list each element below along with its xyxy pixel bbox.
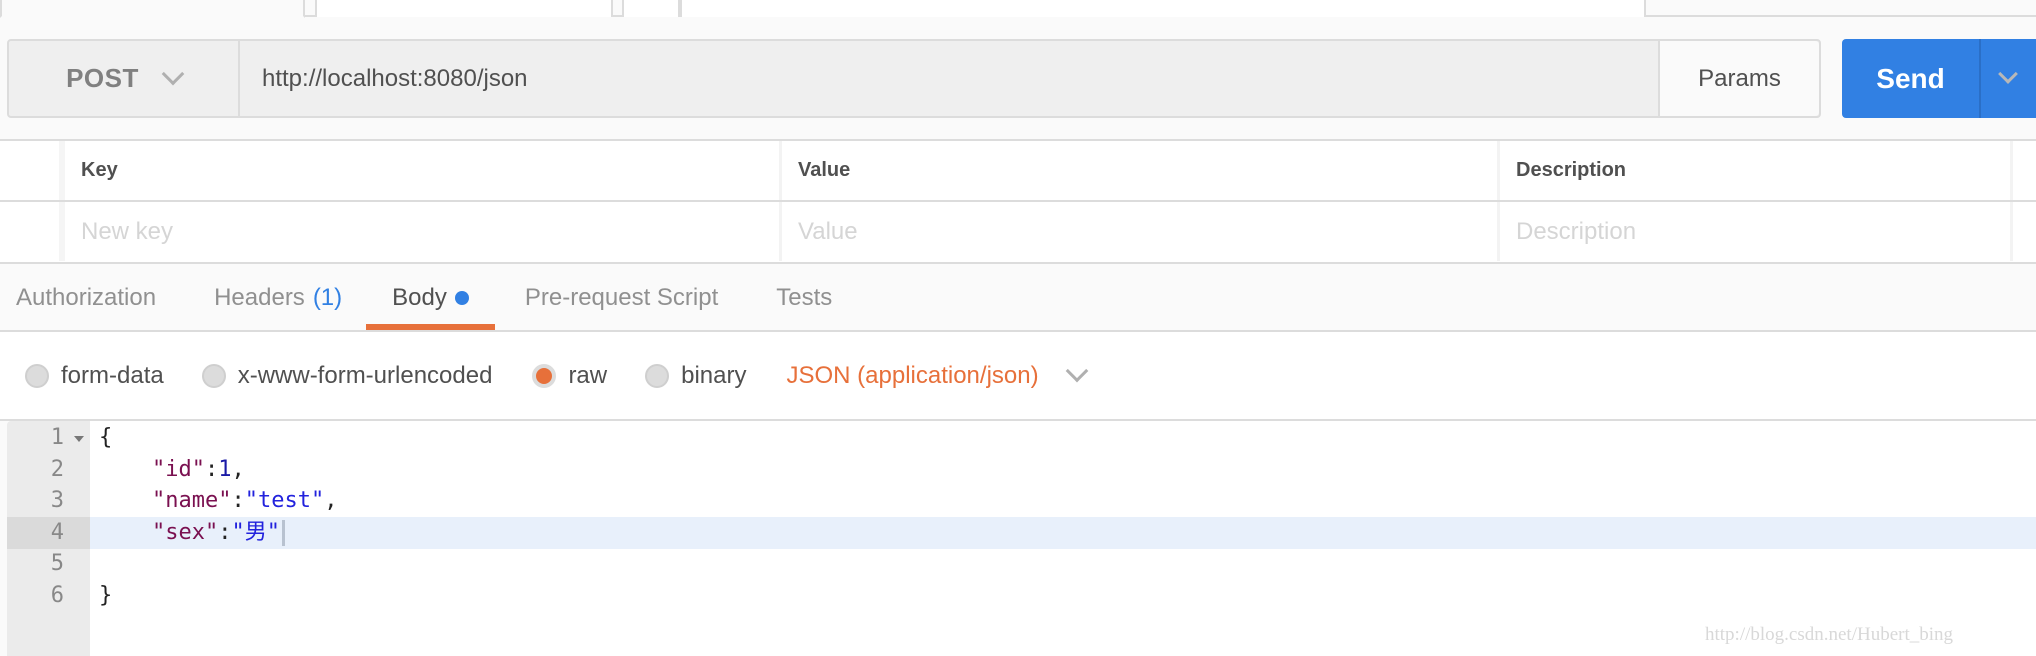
json-string: "test" [244, 488, 325, 513]
tab-body[interactable]: Body [366, 265, 495, 330]
content-type-label: JSON (application/json) [786, 361, 1039, 389]
code-text: "name":"test", [99, 485, 337, 517]
radio-label: raw [568, 361, 608, 389]
json-punctuation: { [99, 425, 113, 450]
json-punctuation: } [99, 582, 113, 608]
json-key: "name" [151, 488, 232, 513]
code-text: "id":1, [99, 454, 245, 486]
method-select[interactable]: POST [9, 41, 240, 116]
json-punctuation: : [218, 519, 232, 545]
body-code-editor[interactable]: 1{2 "id":1, 3 "name":"test", 4 "sex":"男" 5 6… [7, 421, 2036, 656]
tab-label: Tests [776, 283, 833, 311]
new-key-input[interactable] [81, 217, 779, 246]
radio-button-icon [201, 363, 226, 388]
send-options-button[interactable] [1981, 39, 2036, 118]
tab-label: Body [392, 283, 447, 311]
radio-form-data[interactable]: form-data [25, 362, 164, 390]
chevron-down-icon [1997, 63, 2018, 84]
tab-label: Authorization [16, 283, 157, 311]
json-punctuation: , [231, 456, 245, 482]
send-button[interactable]: Send [1842, 39, 1981, 118]
json-string: "男" [231, 519, 280, 545]
line-number: 5 [50, 551, 64, 576]
radio-raw[interactable]: raw [532, 362, 607, 390]
radio-label: binary [681, 361, 747, 389]
tab-authorization[interactable]: Authorization [0, 265, 172, 330]
editor-line[interactable]: 1{ [7, 422, 2036, 454]
request-tab[interactable] [315, 0, 613, 17]
line-number: 3 [50, 488, 64, 513]
request-section-tabs: Authorization Headers (1) Body Pre-reque… [0, 265, 2036, 330]
radio-label: x-www-form-urlencoded [237, 361, 493, 389]
tab-tests[interactable]: Tests [760, 265, 848, 330]
request-tab[interactable] [622, 0, 680, 17]
params-table-header: Key Value Description [0, 141, 2036, 200]
key-cell [65, 202, 782, 261]
request-url-bar: POST Params [7, 39, 1821, 118]
new-value-input[interactable] [798, 217, 1497, 246]
table-row [0, 202, 2036, 261]
description-column-header: Description [1500, 141, 2013, 200]
json-punctuation: , [324, 488, 338, 513]
send-button-group: Send [1842, 39, 2036, 118]
modified-dot-icon [454, 290, 469, 305]
bulk-toggle-cell [0, 141, 65, 200]
divider [0, 262, 2036, 264]
request-tab-strip [0, 0, 2036, 18]
watermark: http://blog.csdn.net/Hubert_bing [1705, 624, 1954, 645]
new-description-input[interactable] [1516, 217, 2010, 246]
radio-button-icon [25, 363, 49, 388]
editor-line[interactable]: 4 "sex":"男" [7, 516, 2036, 549]
code-text: } [99, 580, 112, 612]
json-punctuation: : [204, 456, 219, 482]
radio-x-www-form-urlencoded[interactable]: x-www-form-urlencoded [201, 361, 493, 390]
tab-label: Pre-request Script [524, 283, 719, 311]
method-label: POST [66, 63, 139, 93]
editor-line[interactable]: 6} [7, 580, 2036, 612]
json-punctuation: : [231, 488, 245, 513]
radio-binary[interactable]: binary [645, 362, 746, 390]
description-cell [1500, 202, 2013, 261]
line-number: 4 [7, 516, 90, 549]
code-text: { [99, 422, 112, 454]
tab-label: Headers [214, 283, 305, 311]
line-number: 2 [50, 456, 64, 482]
request-tab[interactable] [680, 0, 1646, 17]
radio-label: form-data [61, 361, 164, 389]
value-column-header: Value [782, 141, 1500, 200]
chevron-down-icon [161, 62, 185, 85]
code-text: "sex":"男" [99, 517, 285, 549]
tab-headers[interactable]: Headers (1) [198, 265, 358, 330]
fold-arrow-icon[interactable] [74, 436, 84, 442]
row-checkbox-cell [0, 202, 65, 261]
json-key: "sex" [151, 519, 219, 545]
headers-count-badge: (1) [312, 283, 343, 311]
json-punctuation [99, 520, 152, 545]
json-key: "id" [151, 456, 205, 482]
body-mode-selector: form-data x-www-form-urlencoded raw bina… [0, 332, 2036, 419]
radio-button-checked-icon [532, 363, 557, 388]
radio-button-icon [645, 363, 670, 388]
editor-line[interactable]: 3 "name":"test", [7, 485, 2036, 517]
params-table: Key Value Description [0, 141, 2036, 262]
line-number: 6 [50, 582, 64, 608]
value-cell [782, 202, 1500, 261]
request-tab-active[interactable] [0, 0, 305, 18]
content-type-dropdown[interactable]: JSON (application/json) [786, 359, 1088, 390]
editor-line[interactable]: 5 [7, 548, 2036, 580]
json-punctuation [99, 488, 152, 513]
url-input[interactable] [240, 41, 1658, 116]
tab-pre-request-script[interactable]: Pre-request Script [509, 265, 734, 330]
json-punctuation [99, 457, 152, 482]
params-button[interactable]: Params [1658, 41, 1819, 116]
chevron-down-icon [1065, 359, 1088, 382]
text-cursor [281, 519, 285, 546]
editor-line[interactable]: 2 "id":1, [7, 454, 2036, 486]
key-column-header: Key [65, 141, 782, 200]
json-number: 1 [218, 456, 232, 482]
